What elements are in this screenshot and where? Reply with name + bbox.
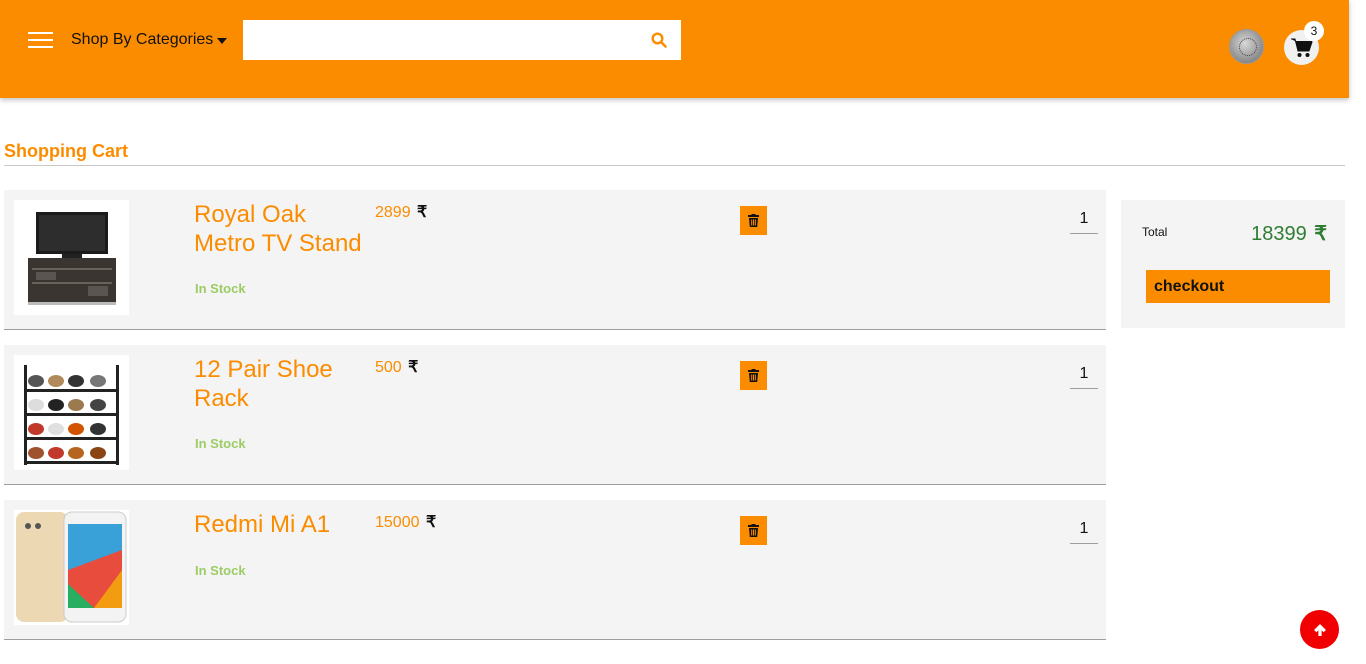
title-divider (4, 165, 1345, 166)
scroll-to-top-button[interactable] (1300, 610, 1339, 649)
cart-item: 12 Pair Shoe Rack In Stock 500 ₹ (4, 345, 1106, 485)
categories-label: Shop By Categories (71, 31, 214, 48)
stock-status: In Stock (195, 436, 246, 451)
item-price: 15000 ₹ (375, 512, 436, 532)
item-price: 500 ₹ (375, 357, 418, 377)
delete-button[interactable] (740, 206, 767, 235)
total-label: Total (1142, 225, 1168, 239)
item-name[interactable]: Royal Oak Metro TV Stand (194, 200, 374, 258)
arrow-up-icon (1313, 623, 1326, 636)
trash-icon (748, 214, 759, 227)
total-value: 18399 ₹ (1251, 221, 1327, 246)
price-value: 2899 (375, 204, 411, 221)
user-avatar[interactable] (1229, 29, 1264, 64)
shop-by-categories-button[interactable]: Shop By Categories (59, 19, 234, 61)
checkout-button[interactable]: checkout (1146, 270, 1330, 303)
shoe-rack-image[interactable] (14, 355, 129, 470)
order-summary: Total 18399 ₹ checkout (1121, 200, 1345, 328)
item-name[interactable]: Redmi Mi A1 (194, 510, 374, 539)
cart-item: Royal Oak Metro TV Stand In Stock 2899 ₹ (4, 190, 1106, 330)
quantity-input[interactable] (1070, 514, 1098, 544)
price-value: 15000 (375, 514, 420, 531)
delete-button[interactable] (740, 361, 767, 390)
hamburger-menu-icon[interactable] (28, 32, 53, 49)
top-navbar: Shop By Categories 3 (0, 0, 1349, 98)
tv-stand-image[interactable] (14, 200, 129, 315)
phone-image[interactable] (14, 510, 129, 625)
currency-symbol: ₹ (425, 514, 437, 531)
item-price: 2899 ₹ (375, 202, 427, 222)
stock-status: In Stock (195, 563, 246, 578)
price-value: 500 (375, 359, 402, 376)
shopping-cart-icon (1291, 38, 1313, 57)
delete-button[interactable] (740, 516, 767, 545)
search-input[interactable] (243, 20, 643, 60)
stock-status: In Stock (195, 281, 246, 296)
search-icon[interactable] (651, 32, 667, 48)
trash-icon (748, 524, 759, 537)
currency-symbol: ₹ (408, 359, 419, 376)
currency-symbol: ₹ (417, 204, 428, 221)
item-name[interactable]: 12 Pair Shoe Rack (194, 355, 374, 413)
cart-count-badge: 3 (1304, 21, 1324, 41)
cart-item: Redmi Mi A1 In Stock 15000 ₹ (4, 500, 1106, 640)
search-bar (243, 20, 681, 60)
trash-icon (748, 369, 759, 382)
caret-down-icon (217, 38, 228, 44)
quantity-input[interactable] (1070, 204, 1098, 234)
page-title: Shopping Cart (4, 141, 128, 161)
total-amount: 18399 (1251, 223, 1307, 245)
currency-symbol: ₹ (1314, 223, 1327, 245)
quantity-input[interactable] (1070, 359, 1098, 389)
